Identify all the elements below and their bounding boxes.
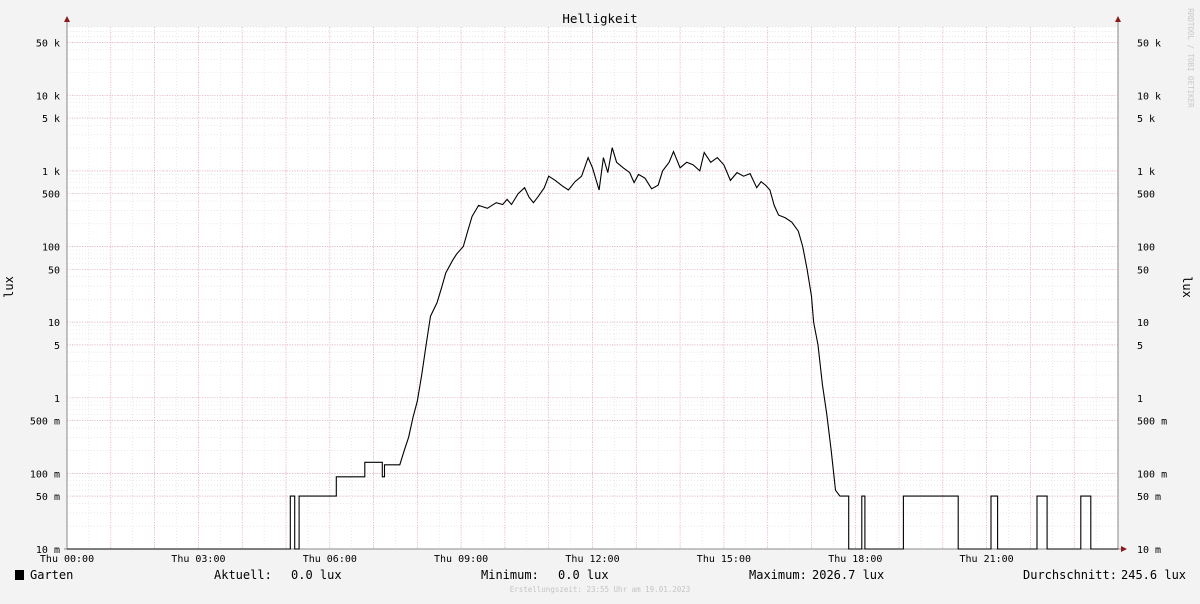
footer-timestamp: Erstellungszeit: 23:55 Uhr am 19.01.2023 [510,585,691,594]
legend-swatch-garten [15,570,24,580]
y-tick-label-right: 50 [1137,265,1149,276]
watermark: RRDTOOL / TOBI OETIKER [1186,8,1195,108]
y-tick-label-right: 100 [1137,243,1155,254]
y-tick-label-left: 5 k [42,114,60,125]
y-tick-label-left: 10 k [36,91,60,102]
legend-average-label: Durchschnitt: [1023,568,1117,582]
y-tick-label-left: 100 m [30,469,60,480]
y-axis-label-left: lux [2,276,16,298]
chart-title: Helligkeit [562,11,637,26]
x-tick-label: Thu 12:00 [565,554,619,565]
y-tick-label-right: 10 [1137,318,1149,329]
y-tick-label-left: 10 [48,318,60,329]
y-tick-label-right: 100 m [1137,469,1167,480]
x-tick-label: Thu 06:00 [303,554,357,565]
y-tick-label-left: 50 [48,265,60,276]
y-axis-label-right: lux [1180,276,1194,298]
legend-maximum-label: Maximum: [749,568,807,582]
legend-aktuell-label: Aktuell: [214,568,272,582]
legend-minimum-label: Minimum: [481,568,539,582]
y-tick-label-right: 1 k [1137,167,1155,178]
y-tick-label-left: 100 [42,243,60,254]
y-tick-label-right: 5 [1137,341,1143,352]
legend-average-value: 245.6 lux [1121,568,1186,582]
y-tick-label-left: 50 k [36,38,60,49]
y-tick-label-right: 500 m [1137,417,1167,428]
y-tick-label-left: 1 [54,394,60,405]
y-tick-label-left: 50 m [36,492,60,503]
legend-aktuell-value: 0.0 lux [291,568,342,582]
x-tick-label: Thu 03:00 [171,554,225,565]
x-tick-label: Thu 21:00 [960,554,1014,565]
y-tick-label-right: 50 k [1137,38,1161,49]
y-tick-label-right: 50 m [1137,492,1161,503]
legend-minimum-value: 0.0 lux [558,568,609,582]
y-tick-label-right: 10 k [1137,91,1161,102]
y-tick-label-left: 5 [54,341,60,352]
legend-series-name: Garten [30,568,73,582]
chart: 10 m 10 m 50 m 50 m 100 m 100 m 500 m 500 m1155… [0,0,1200,600]
x-tick-label: Thu 00:00 [40,554,94,565]
legend-maximum-value: 2026.7 lux [812,568,884,582]
y-tick-label-left: 500 [42,190,60,201]
x-tick-label: Thu 18:00 [828,554,882,565]
y-tick-label-left: 500 m [30,417,60,428]
y-tick-label-right: 10 m [1137,545,1161,556]
y-tick-label-left: 1 k [42,167,60,178]
y-tick-label-right: 500 [1137,190,1155,201]
y-tick-label-right: 1 [1137,394,1143,405]
chart-svg: 10 m 10 m50 m 50 m100 m 100 m500 m 500 m1 15 5… [0,0,1200,600]
x-tick-label: Thu 09:00 [434,554,488,565]
x-tick-label: Thu 15:00 [697,554,751,565]
y-tick-label-right: 5 k [1137,114,1155,125]
